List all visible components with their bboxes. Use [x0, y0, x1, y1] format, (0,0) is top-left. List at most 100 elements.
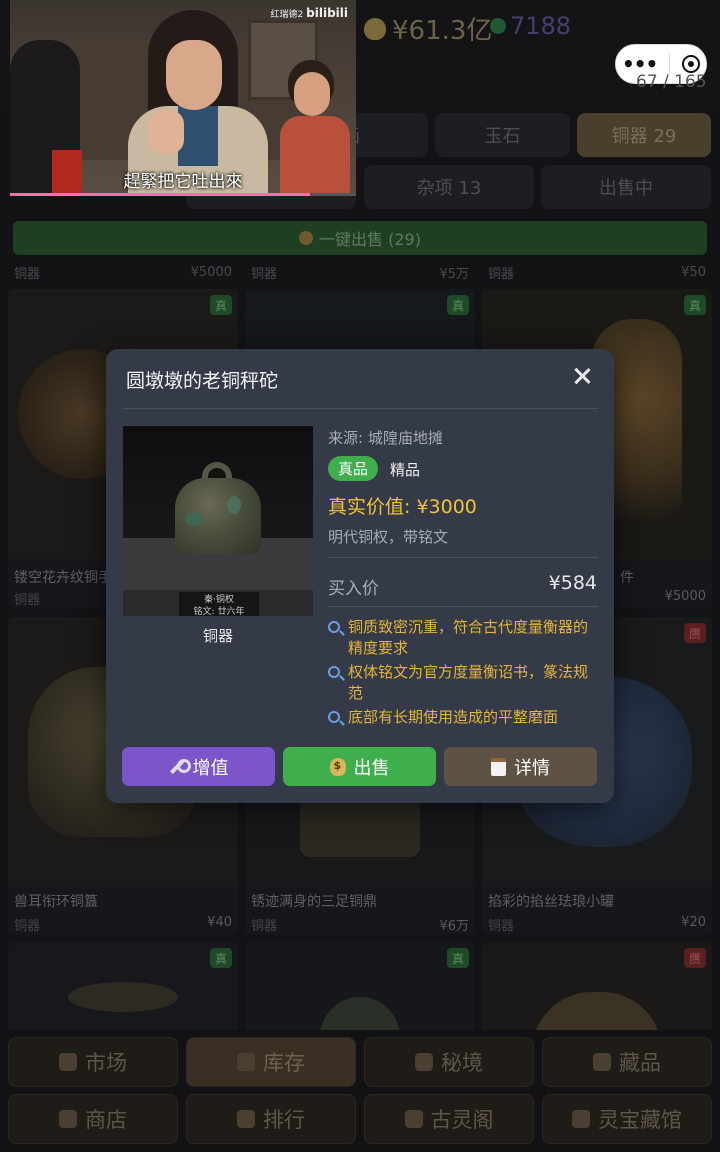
nav-label: 商店 — [85, 1108, 127, 1132]
patina-spot — [185, 512, 203, 526]
title-divider — [123, 408, 598, 409]
magnifier-icon — [328, 711, 340, 723]
museum-label: 秦·铜权铭文: 廿六年 — [179, 592, 259, 616]
note-text: 权体铭文为官方度量衡诏书，篆法规范 — [348, 663, 589, 702]
nav-collection[interactable]: 藏品 — [542, 1037, 712, 1087]
nav-inventory[interactable]: 库存 — [186, 1037, 356, 1087]
bronze-object — [532, 992, 662, 1032]
bottom-nav: 市场 库存 秘境 藏品 商店 排行 古灵阁 灵宝藏馆 — [0, 1030, 720, 1152]
nav-label: 秘境 — [441, 1051, 483, 1075]
sell-button[interactable]: 出售 — [283, 747, 436, 786]
sell-all-button[interactable]: 一键出售 (29) — [13, 221, 707, 255]
money-display: ¥61.3亿 — [364, 10, 492, 47]
authenticity-badge: 赝 — [684, 948, 706, 968]
nav-label: 库存 — [263, 1051, 305, 1075]
gems-display: 7188 — [490, 12, 571, 40]
appraisal-note: 权体铭文为官方度量衡诏书，篆法规范 — [328, 662, 598, 704]
modal-title: 圆墩墩的老铜秤砣 — [126, 370, 279, 392]
close-icon[interactable] — [572, 366, 592, 386]
prev-row-item: 铜器 ¥5000 — [8, 260, 238, 284]
bronze-object — [68, 982, 178, 1012]
ranking-icon — [237, 1110, 255, 1128]
gem-icon — [490, 18, 506, 34]
item-price: ¥5万 — [439, 266, 469, 282]
nav-realm[interactable]: 秘境 — [364, 1037, 534, 1087]
item-photo: 秦·铜权铭文: 廿六年 — [123, 426, 313, 616]
buy-price-label: 买入价 — [328, 579, 379, 599]
realm-icon — [415, 1053, 433, 1071]
video-collar — [178, 106, 218, 166]
capsule-divider — [669, 54, 671, 74]
authenticity-badge: 真 — [447, 295, 469, 315]
sell-all-label: 一键出售 (29) — [319, 230, 421, 249]
video-hand — [148, 110, 184, 154]
note-text: 铜质致密沉重，符合古代度量衡器的精度要求 — [348, 618, 589, 657]
item-image — [245, 942, 475, 1032]
authenticity-badge: 真 — [210, 295, 232, 315]
item-detail-modal: 圆墩墩的老铜秤砣 秦·铜权 铭文: 廿六年 铜器 来源: 城隍庙地摊 真品 精品 … — [106, 349, 614, 803]
details-button[interactable]: 详情 — [444, 747, 597, 786]
nav-label: 排行 — [263, 1108, 305, 1132]
tab-misc[interactable]: 杂项 13 — [364, 165, 534, 209]
watermark-prefix: 红瑞德2 — [270, 10, 304, 20]
authenticity-badge: 真 — [210, 948, 232, 968]
upgrade-label: 增值 — [192, 757, 229, 779]
clipboard-icon — [491, 757, 506, 776]
item-name: 镂空花卉纹铜手 — [14, 570, 112, 586]
item-category: 铜器 — [251, 266, 278, 282]
prev-row-item: 铜器 ¥5万 — [245, 260, 475, 284]
bronze-object — [300, 797, 420, 857]
nav-museum[interactable]: 灵宝藏馆 — [542, 1094, 712, 1144]
nav-market[interactable]: 市场 — [8, 1037, 178, 1087]
item-category: 铜器 — [14, 919, 41, 934]
authenticity-badge: 真 — [447, 948, 469, 968]
info-divider — [328, 606, 598, 607]
item-price: ¥50 — [681, 264, 706, 280]
buy-price-value: ¥584 — [548, 572, 597, 594]
patina-spot — [227, 496, 241, 514]
item-name: 锈迹满身的三足铜鼎 — [251, 894, 377, 910]
money-bag-icon — [364, 17, 386, 40]
wrench-icon — [169, 758, 191, 775]
item-card[interactable]: 赝 — [482, 942, 712, 1032]
item-name: 兽耳衔环铜簋 — [14, 894, 98, 910]
item-price: ¥5000 — [190, 264, 232, 280]
shop-icon — [59, 1110, 77, 1128]
bronze-object — [320, 997, 400, 1032]
appraisal-note: 底部有长期使用造成的平整磨面 — [328, 707, 598, 728]
museum-label-sub: 铭文: 廿六年 — [193, 607, 245, 616]
prev-row-item: 铜器 ¥50 — [482, 260, 712, 284]
tab-on-sale[interactable]: 出售中 — [541, 165, 711, 209]
item-card[interactable]: 真 — [8, 942, 238, 1032]
item-name: 掐彩的掐丝珐琅小罐 — [488, 894, 614, 910]
authenticity-badge: 赝 — [684, 623, 706, 643]
nav-label: 灵宝藏馆 — [598, 1108, 682, 1132]
item-grade: 精品 — [390, 461, 421, 479]
museum-label-title: 秦·铜权 — [204, 595, 234, 605]
upgrade-button[interactable]: 增值 — [122, 747, 275, 786]
video-progress-bar[interactable] — [10, 193, 310, 196]
museum-icon — [572, 1110, 590, 1128]
tab-bronze[interactable]: 铜器 29 — [577, 113, 711, 157]
authenticity-badge: 真 — [684, 295, 706, 315]
info-divider — [328, 557, 598, 558]
item-source: 来源: 城隍庙地摊 — [328, 429, 443, 447]
nav-label: 藏品 — [619, 1051, 661, 1075]
nav-gulingge[interactable]: 古灵阁 — [364, 1094, 534, 1144]
item-card[interactable]: 真 — [245, 942, 475, 1032]
nav-ranking[interactable]: 排行 — [186, 1094, 356, 1144]
tab-jade[interactable]: 玉石 — [435, 113, 570, 157]
money-value: ¥61.3亿 — [392, 16, 493, 46]
nav-shop[interactable]: 商店 — [8, 1094, 178, 1144]
money-bag-icon — [329, 757, 346, 776]
close-miniprogram-icon[interactable] — [682, 55, 701, 73]
magnifier-icon — [328, 666, 340, 678]
floating-video-player[interactable]: 红瑞德2 bilibili 趕緊把它吐出來 — [10, 0, 356, 196]
appraisal-note: 铜质致密沉重，符合古代度量衡器的精度要求 — [328, 617, 598, 659]
nav-label: 古灵阁 — [430, 1108, 494, 1132]
item-category: 铜器 — [14, 266, 41, 282]
details-label: 详情 — [514, 757, 550, 779]
video-face — [294, 72, 330, 116]
inventory-icon — [237, 1053, 255, 1071]
nav-label: 市场 — [85, 1051, 127, 1075]
